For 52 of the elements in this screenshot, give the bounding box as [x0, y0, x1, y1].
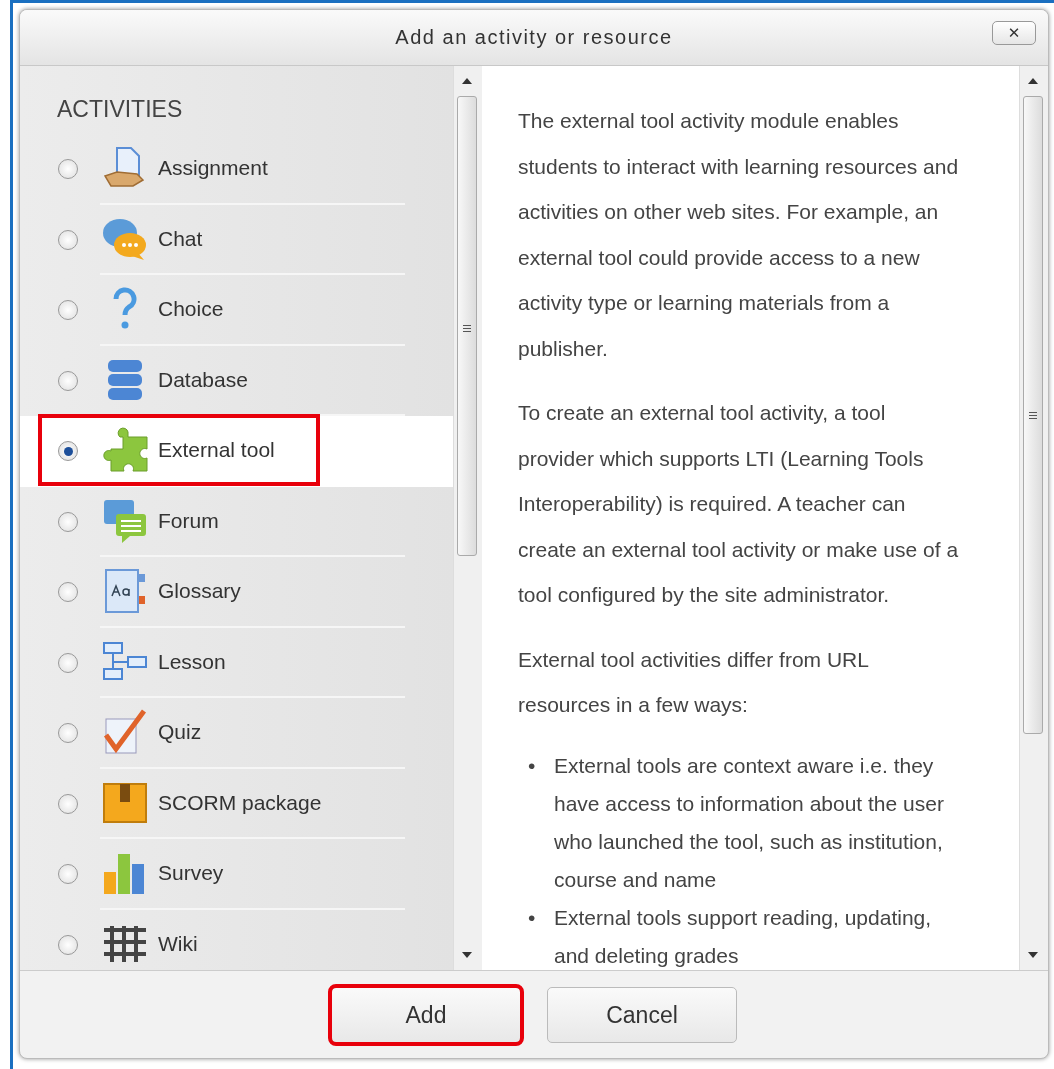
- scroll-up-arrow-icon[interactable]: [1028, 78, 1038, 84]
- description-paragraph: To create an external tool activity, a tool provider which supports LTI (Learning Tools Interoperability) is required. A teacher can create an external tool activity or make use of a tool configured by the site administrator.: [518, 400, 960, 608]
- radio-button[interactable]: [58, 652, 78, 673]
- description-paragraph: The external tool activity module enables students to interact with learning resources and activities on other web sites. For example, an external tool could provide access to a new activity type or learning materials from a publisher.: [518, 108, 960, 362]
- radio-button[interactable]: [58, 300, 78, 321]
- radio-button[interactable]: [58, 793, 78, 814]
- radio-button[interactable]: [58, 864, 78, 885]
- activity-label[interactable]: Survey: [158, 861, 224, 886]
- activity-label[interactable]: SCORM package: [158, 790, 322, 815]
- bullet-marker: •: [528, 904, 537, 931]
- scroll-down-arrow-icon[interactable]: [1028, 952, 1038, 958]
- radio-button[interactable]: [58, 159, 78, 180]
- bullet-marker: •: [528, 752, 537, 779]
- speech-bubbles-icon: [102, 497, 148, 544]
- activity-label[interactable]: Assignment: [158, 156, 268, 181]
- flowchart-icon: [102, 640, 148, 683]
- bullet-item: External tools are context aware i.e. they have access to information about the user who launched the tool, such as institution, course and name: [554, 752, 945, 893]
- speech-bubbles-icon: [102, 216, 148, 261]
- scrollbar-thumb[interactable]: [1023, 96, 1043, 734]
- radio-button[interactable]: [58, 229, 78, 250]
- activity-label[interactable]: Lesson: [158, 649, 226, 674]
- section-heading: ACTIVITIES: [56, 95, 184, 124]
- database-icon: [105, 357, 145, 402]
- bullet-item: External tools support reading, updating, and deleting grades: [554, 904, 933, 969]
- scrollbar[interactable]: [1019, 66, 1048, 970]
- activity-label[interactable]: Glossary: [158, 579, 241, 604]
- package-box-icon: [102, 781, 148, 824]
- radio-button[interactable]: [58, 511, 78, 532]
- radio-button[interactable]: [58, 370, 78, 391]
- close-button[interactable]: ✕: [992, 21, 1036, 45]
- activity-label[interactable]: Forum: [158, 508, 219, 533]
- radio-button[interactable]: [58, 582, 78, 603]
- radio-button[interactable]: [58, 441, 78, 462]
- puzzle-grid-icon: [102, 923, 148, 964]
- radio-button[interactable]: [58, 723, 78, 744]
- radio-button[interactable]: [58, 934, 78, 955]
- scroll-up-arrow-icon[interactable]: [462, 78, 472, 84]
- add-button[interactable]: Add: [331, 987, 521, 1043]
- cancel-button[interactable]: Cancel: [547, 987, 737, 1043]
- activity-label[interactable]: Quiz: [158, 720, 202, 745]
- activity-label[interactable]: Database: [158, 367, 248, 392]
- scroll-down-arrow-icon[interactable]: [462, 952, 472, 958]
- scrollbar-thumb[interactable]: [457, 96, 477, 556]
- activity-label[interactable]: External tool: [158, 438, 275, 463]
- checkmark-icon: [102, 709, 148, 756]
- dialog-title: Add an activity or resource: [395, 26, 673, 49]
- book-icon: [104, 568, 146, 615]
- activity-label[interactable]: Choice: [158, 297, 224, 322]
- description-paragraph: External tool activities differ from URL resources in a few ways:: [518, 646, 870, 718]
- activity-label[interactable]: Chat: [158, 226, 203, 251]
- puzzle-piece-icon: [101, 427, 149, 474]
- activity-label[interactable]: Wiki: [158, 931, 198, 956]
